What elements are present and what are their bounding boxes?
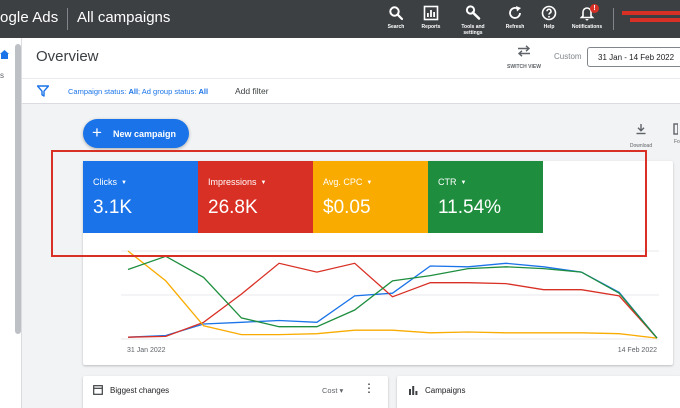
page-title[interactable]: All campaigns (77, 9, 170, 26)
tools-and-settings-button[interactable]: Tools and settings (453, 5, 493, 36)
x-tick-label: 14 Feb 2022 (618, 347, 657, 354)
help-button[interactable]: Help (529, 5, 569, 30)
search-button[interactable]: Search (376, 5, 416, 30)
toolbar-button-label: Fo (674, 139, 680, 145)
reports-button[interactable]: Reports (411, 5, 451, 30)
help-icon (541, 5, 557, 21)
changes-icon (93, 385, 103, 395)
account-redaction (630, 18, 680, 22)
left-nav-rail: s (0, 38, 22, 408)
reports-icon (423, 5, 439, 21)
notifications-button[interactable]: ! Notifications (567, 4, 607, 30)
filter-icon[interactable] (37, 85, 49, 97)
filter-value: All (128, 87, 139, 96)
date-range-type: Custom (554, 52, 582, 61)
account-redaction[interactable] (622, 11, 680, 15)
bar-chart-icon (409, 386, 418, 395)
top-bar: ogle Ads All campaigns Search Reports To… (0, 0, 680, 38)
new-campaign-button[interactable]: + New campaign (83, 119, 189, 148)
refresh-icon (509, 6, 521, 19)
help-label: Help (543, 24, 555, 30)
card-title: Campaigns (425, 386, 466, 395)
download-icon (636, 124, 646, 135)
home-icon[interactable] (0, 50, 9, 59)
swap-icon (517, 45, 531, 57)
plus-icon: + (92, 123, 102, 142)
wrench-icon (465, 5, 481, 20)
reports-label: Reports (421, 24, 441, 30)
search-label: Search (387, 24, 405, 30)
campaigns-card: Campaigns (397, 376, 680, 408)
notifications-label: Notifications (571, 24, 603, 30)
line-chart: 31 Jan 2022 14 Feb 2022 (121, 250, 659, 354)
toolbar-button[interactable]: Fo (670, 122, 680, 148)
filter-label: Campaign status: (68, 87, 129, 96)
divider (67, 8, 68, 30)
overview-header: Overview SWITCH VIEW Custom 31 Jan - 14 … (22, 38, 680, 78)
biggest-changes-card: Biggest changes Cost ▾ ⋮ (83, 376, 388, 408)
cost-dropdown[interactable]: Cost ▾ (322, 386, 343, 395)
switch-view-button[interactable]: SWITCH VIEW (504, 44, 544, 70)
tools-label: Tools and settings (461, 24, 485, 36)
toolbar-icon (673, 123, 679, 135)
download-button[interactable]: Download (626, 122, 656, 149)
applied-filters[interactable]: Campaign status: All; Ad group status: A… (68, 87, 208, 96)
filter-value: All (198, 87, 209, 96)
search-icon (389, 6, 404, 21)
switch-view-label: SWITCH VIEW (507, 64, 541, 70)
filter-label: ; Ad group status: (138, 87, 199, 96)
more-options-icon[interactable]: ⋮ (363, 382, 375, 394)
divider (613, 8, 614, 30)
add-filter-button[interactable]: Add filter (235, 86, 269, 96)
download-label: Download (629, 143, 653, 149)
date-range-picker[interactable]: 31 Jan - 14 Feb 2022 (587, 47, 680, 67)
x-tick-label: 31 Jan 2022 (127, 347, 166, 354)
card-title: Biggest changes (110, 386, 170, 395)
rail-item-label[interactable]: s (0, 71, 4, 80)
google-ads-logo[interactable]: ogle Ads (0, 9, 58, 26)
notification-badge: ! (590, 4, 599, 13)
scrollbar[interactable] (15, 44, 21, 334)
overview-title: Overview (36, 48, 99, 65)
filter-bar: Campaign status: All; Ad group status: A… (22, 78, 680, 104)
new-campaign-label: New campaign (113, 129, 177, 139)
